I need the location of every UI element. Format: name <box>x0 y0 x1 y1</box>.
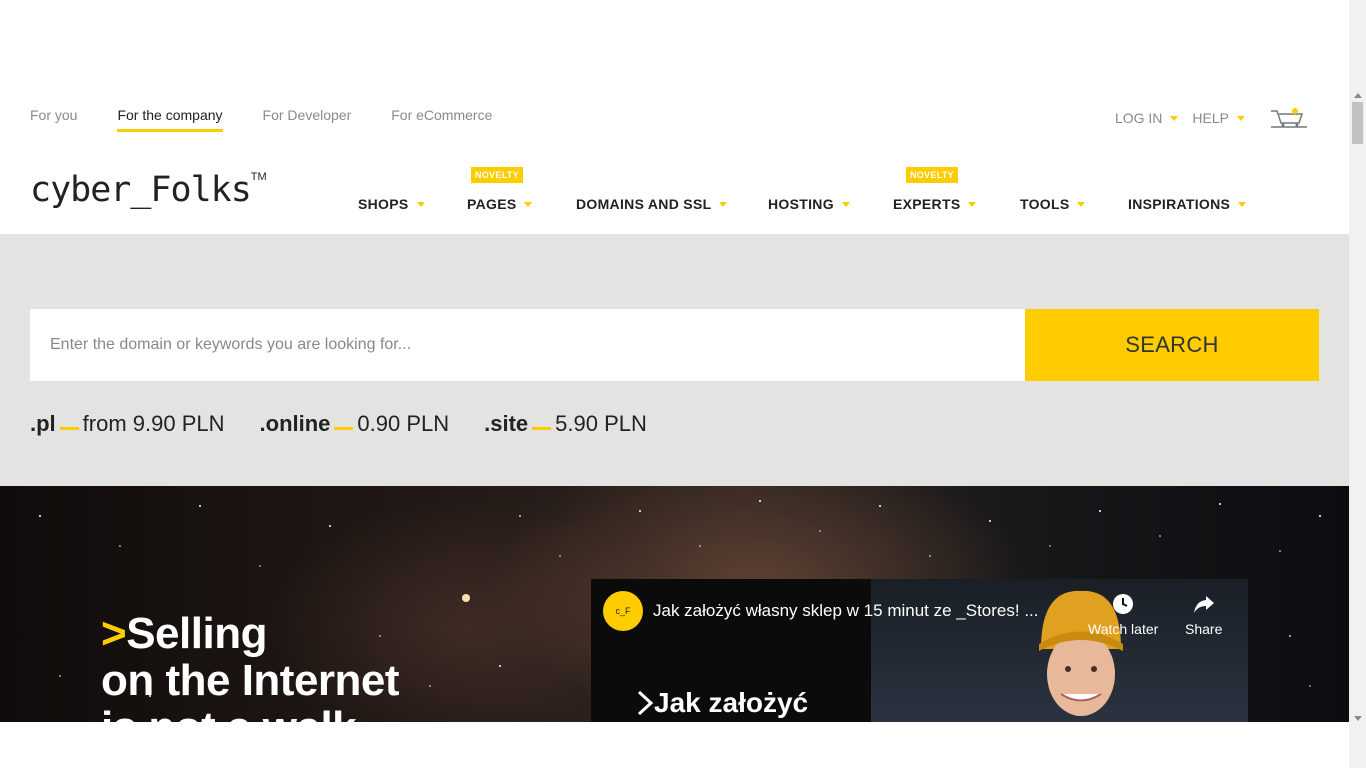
share-label: Share <box>1185 621 1223 637</box>
price-tld: .pl <box>30 411 56 436</box>
nav-hosting-label: HOSTING <box>768 196 834 212</box>
scroll-down-icon[interactable] <box>1354 716 1362 721</box>
nav-experts-label: EXPERTS <box>893 196 961 212</box>
chevron-down-icon <box>1238 201 1247 207</box>
chevron-down-icon <box>719 201 728 207</box>
scrollbar-thumb[interactable] <box>1352 102 1363 144</box>
nav-domains-and-ssl[interactable]: DOMAINS AND SSL <box>576 195 728 213</box>
audience-nav: For you For the company For Developer Fo… <box>30 105 532 132</box>
chevron-down-icon <box>1170 115 1179 121</box>
topnav-for-the-company[interactable]: For the company <box>117 105 223 132</box>
chevron-down-icon <box>1237 115 1245 121</box>
hero-line1: Selling <box>126 609 267 659</box>
watch-later-label: Watch later <box>1088 621 1159 637</box>
login-label: LOG IN <box>1114 110 1163 126</box>
cart-icon[interactable] <box>1269 105 1309 131</box>
video-player[interactable]: c_F Jak założyć własny sklep w 15 minut … <box>591 579 1248 722</box>
price-value: from 9.90 PLN <box>82 411 225 436</box>
login-link[interactable]: LOG IN <box>1114 108 1179 128</box>
nav-experts[interactable]: NOVELTY EXPERTS <box>893 167 977 213</box>
share-button[interactable]: Share <box>1185 593 1222 637</box>
dash-decoration <box>59 427 79 430</box>
nav-domains-label: DOMAINS AND SSL <box>576 196 712 212</box>
clock-icon <box>1113 594 1134 614</box>
chevron-down-icon <box>524 201 533 207</box>
novelty-badge: NOVELTY <box>906 167 958 183</box>
chevron-down-icon <box>968 201 977 207</box>
nav-inspirations-label: INSPIRATIONS <box>1128 196 1231 212</box>
dash-decoration <box>334 427 354 430</box>
price-item[interactable]: .online 0.90 PLN <box>260 411 450 437</box>
chevron-down-icon <box>416 201 425 207</box>
share-icon <box>1193 596 1214 613</box>
video-title[interactable]: Jak założyć własny sklep w 15 minut ze _… <box>653 601 1039 621</box>
hero-banner: >Selling on the Internet is not a walk c… <box>0 486 1349 722</box>
nav-pages[interactable]: NOVELTY PAGES <box>467 167 533 213</box>
dash-decoration <box>532 427 552 430</box>
main-nav: SHOPS NOVELTY PAGES DOMAINS AND SSL HOST… <box>0 167 1349 215</box>
hero-gt: > <box>101 609 127 659</box>
logo-trademark: TM <box>250 171 267 184</box>
nav-shops-label: SHOPS <box>358 196 409 212</box>
domain-search-section: SEARCH .pl from 9.90 PLN .online 0.90 PLN … <box>0 234 1349 486</box>
nav-hosting[interactable]: HOSTING <box>768 195 850 213</box>
search-button[interactable]: SEARCH <box>1025 309 1319 381</box>
domain-prices: .pl from 9.90 PLN .online 0.90 PLN .site 5.… <box>30 411 682 437</box>
channel-avatar[interactable]: c_F <box>603 591 643 631</box>
nav-tools[interactable]: TOOLS <box>1020 195 1086 213</box>
domain-search-input[interactable] <box>30 309 1025 381</box>
page: For you For the company For Developer Fo… <box>0 0 1349 768</box>
price-tld: .site <box>484 411 529 436</box>
price-value: 0.90 PLN <box>357 411 450 436</box>
scroll-up-icon[interactable] <box>1354 93 1362 98</box>
nav-pages-label: PAGES <box>467 196 517 212</box>
chevron-right-icon <box>637 690 654 716</box>
nav-inspirations[interactable]: INSPIRATIONS <box>1128 195 1247 213</box>
watch-later-button[interactable]: Watch later <box>1088 593 1158 637</box>
help-link[interactable]: HELP <box>1192 108 1245 128</box>
video-overlay-text: Jak założyć <box>636 687 808 719</box>
hero-title: >Selling on the Internet is not a walk <box>101 609 400 722</box>
hero-line3: is not a walk <box>101 703 357 722</box>
price-item[interactable]: .site 5.90 PLN <box>484 411 647 437</box>
price-item[interactable]: .pl from 9.90 PLN <box>30 411 225 437</box>
video-overlay-label: Jak założyć <box>654 687 809 718</box>
chevron-down-icon <box>841 201 850 207</box>
viewport-bottom <box>0 722 1349 768</box>
nav-tools-label: TOOLS <box>1020 196 1070 212</box>
nav-shops[interactable]: SHOPS <box>358 195 425 213</box>
topnav-for-you[interactable]: For you <box>30 105 77 125</box>
hero-line2: on the Internet <box>101 656 400 706</box>
topnav-for-ecommerce[interactable]: For eCommerce <box>391 105 492 125</box>
page-scrollbar[interactable] <box>1349 0 1366 768</box>
price-tld: .online <box>259 411 331 436</box>
price-value: 5.90 PLN <box>555 411 647 436</box>
topnav-for-developer[interactable]: For Developer <box>263 105 352 125</box>
help-label: HELP <box>1192 110 1229 126</box>
chevron-down-icon <box>1077 201 1086 207</box>
account-links: LOG IN HELP <box>1115 105 1309 131</box>
novelty-badge: NOVELTY <box>471 167 523 183</box>
